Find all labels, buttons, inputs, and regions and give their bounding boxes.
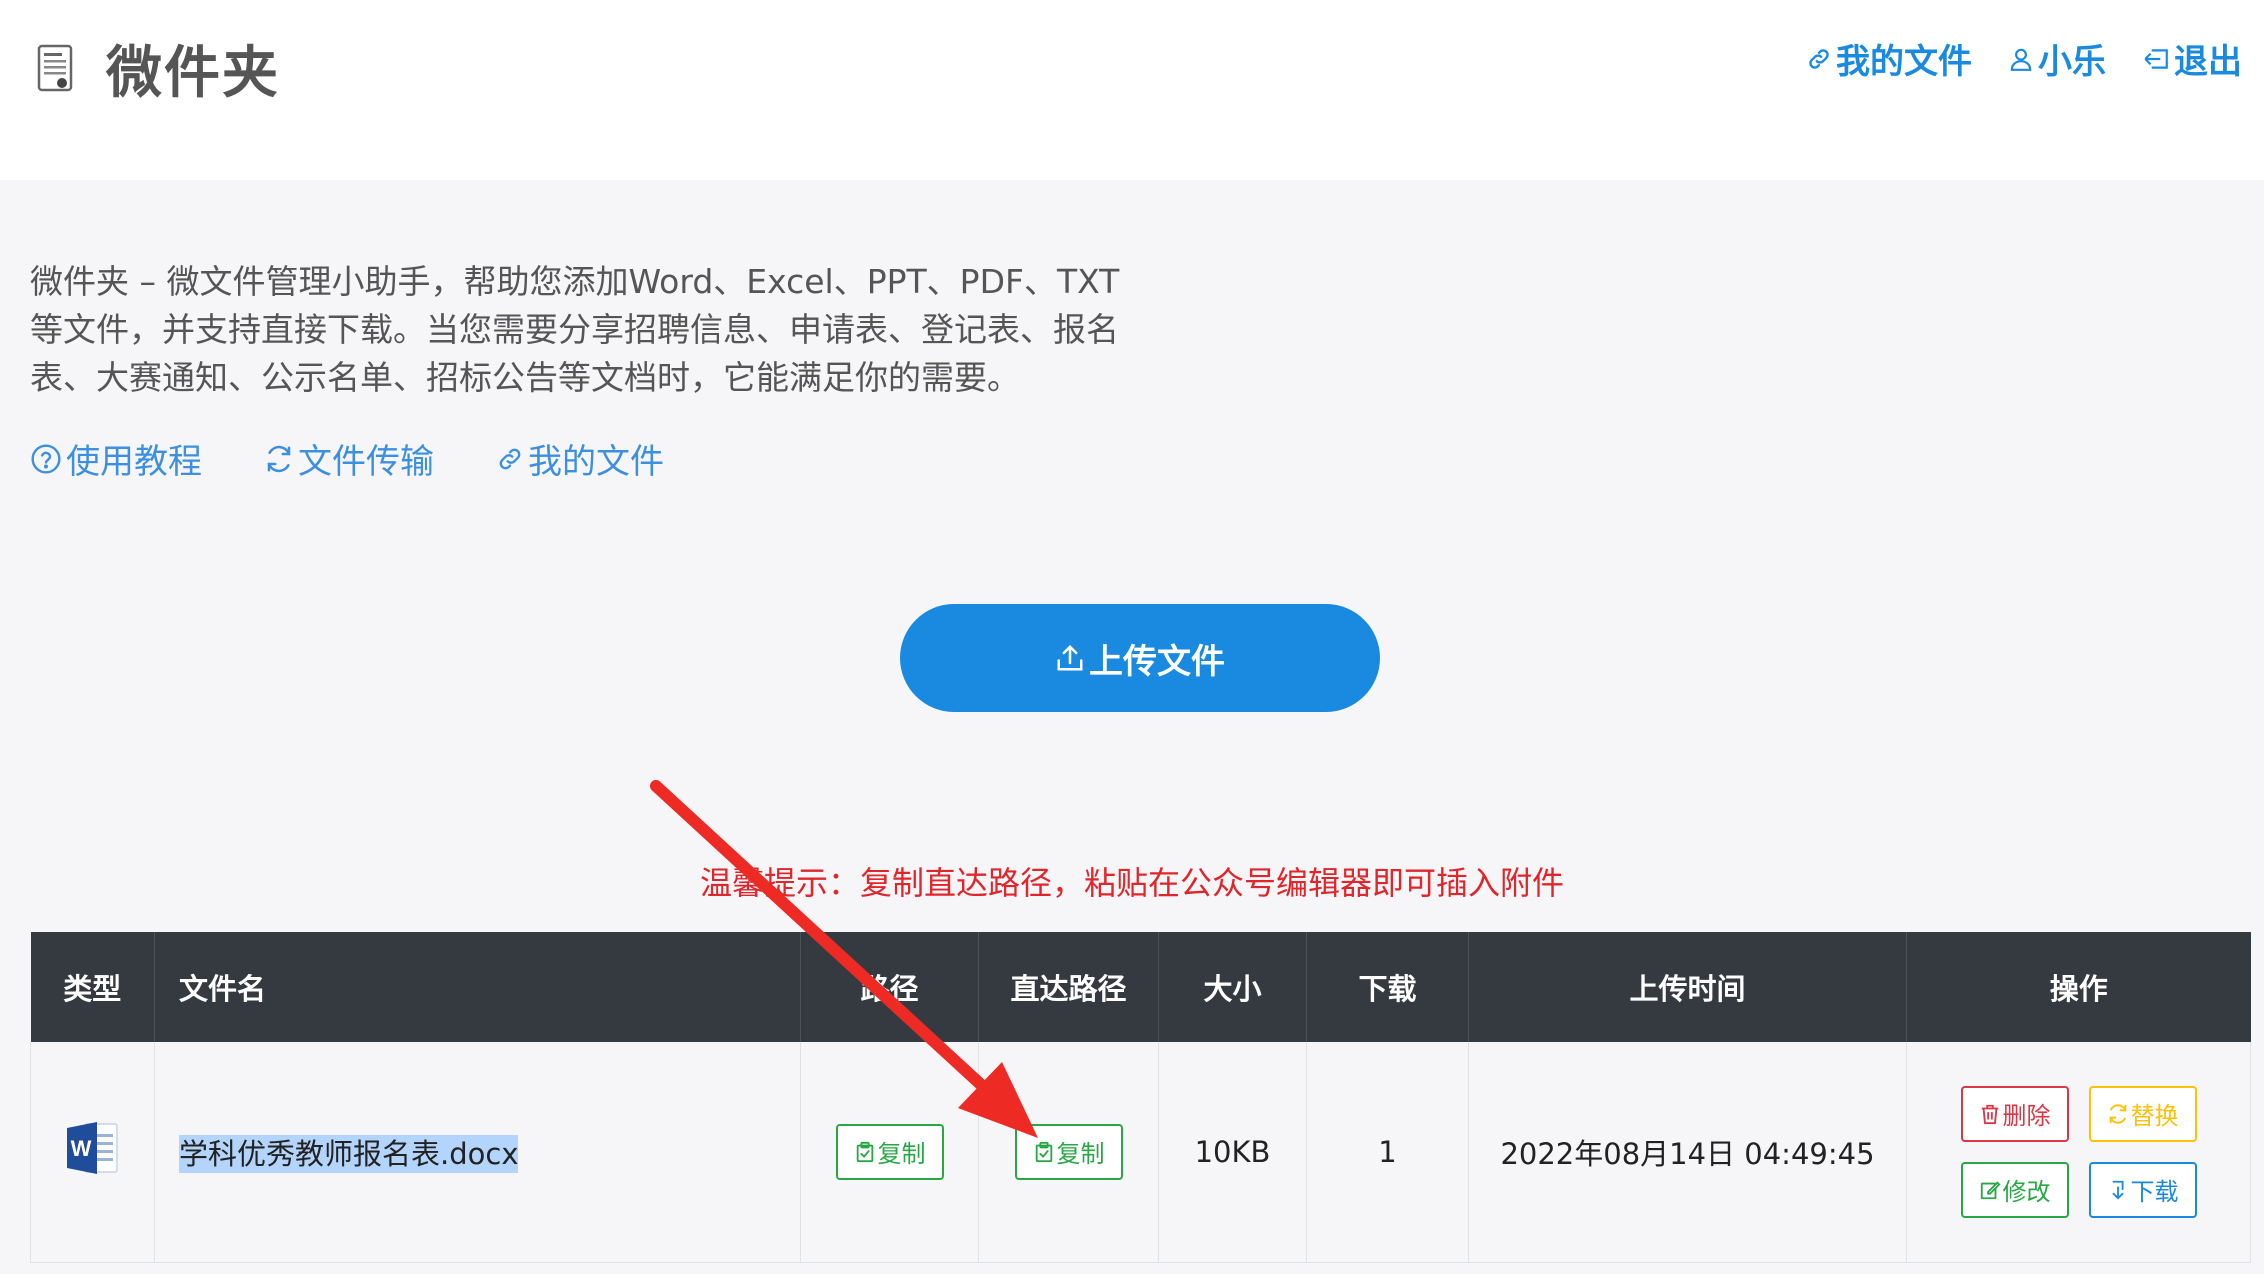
file-table: 类型 文件名 路径 直达路径 大小 下载 上传时间 操作 W 学科优秀教师报名表… [30,932,2251,1263]
cell-upload-time: 2022年08月14日 04:49:45 [1468,1042,1907,1263]
edit-button[interactable]: 修改 [1960,1161,2069,1218]
cell-direct-path: 复制 [978,1042,1159,1263]
clipboard-icon [856,1141,873,1162]
word-icon: W [66,1122,118,1175]
brand[interactable]: 微件夹 [36,28,280,109]
quick-links: 使用教程 文件传输 我的文件 [30,434,726,483]
file-name[interactable]: 学科优秀教师报名表.docx [179,1134,519,1173]
link-icon [499,448,521,469]
link-tutorial-label: 使用教程 [66,442,202,482]
header-path: 路径 [800,932,979,1042]
cell-file-name[interactable]: 学科优秀教师报名表.docx [154,1042,801,1263]
intro-text: 微件夹 – 微文件管理小助手，帮助您添加Word、Excel、PPT、PDF、T… [30,258,1130,402]
nav-user[interactable]: 小乐 [2008,34,2106,83]
tip-text: 温馨提示：复制直达路径，粘贴在公众号编辑器即可插入附件 [699,864,1564,902]
edit-label: 修改 [2002,1178,2051,1207]
user-icon [2010,48,2032,71]
delete-label: 删除 [2002,1102,2051,1131]
clipboard-icon [1035,1141,1052,1162]
header-name: 文件名 [154,932,801,1042]
download-label: 下载 [2130,1178,2179,1207]
copy-path-label: 复制 [877,1140,926,1169]
trash-icon [1981,1104,1998,1124]
header-direct-path: 直达路径 [978,932,1159,1042]
header-type: 类型 [30,932,155,1042]
delete-button[interactable]: 删除 [1960,1085,2069,1142]
intro-line-3: 表、大赛通知、公示名单、招标公告等文档时，它能满足你的需要。 [30,358,1020,397]
link-icon [1809,48,1829,69]
action-buttons: 删除 替换 修改 下载 [1908,1085,2249,1218]
refresh-icon [2109,1104,2126,1124]
svg-text:W: W [70,1136,91,1161]
copy-path-button[interactable]: 复制 [835,1123,944,1180]
header: 微件夹 我的文件 小乐 退出 [0,0,2264,180]
link-my-files-label: 我的文件 [528,442,664,482]
header-downloads: 下载 [1306,932,1469,1042]
table-row: W 学科优秀教师报名表.docx 复制 复制 10KB 1 2022年08月14… [30,1042,2251,1263]
cell-type: W [30,1042,155,1263]
help-circle-icon [31,443,61,474]
document-icon [36,43,76,95]
download-button[interactable]: 下载 [2088,1161,2197,1218]
copy-direct-path-label: 复制 [1056,1140,1105,1169]
nav-user-label: 小乐 [2038,42,2106,82]
replace-label: 替换 [2130,1102,2179,1131]
nav-my-files-label: 我的文件 [1836,42,1972,82]
link-my-files[interactable]: 我的文件 [496,434,664,483]
replace-button[interactable]: 替换 [2088,1085,2197,1142]
nav-my-files[interactable]: 我的文件 [1806,34,1972,83]
link-tutorial[interactable]: 使用教程 [30,434,202,483]
link-file-transfer-label: 文件传输 [298,442,434,482]
cell-downloads: 1 [1306,1042,1469,1263]
intro-line-1: 微件夹 – 微文件管理小助手，帮助您添加Word、Excel、PPT、PDF、T… [30,262,1120,301]
upload-icon [1057,644,1083,671]
header-size: 大小 [1158,932,1307,1042]
download-icon [2112,1180,2123,1200]
header-actions: 操作 [2049,972,2108,1006]
app-title: 微件夹 [106,41,280,106]
logout-icon [2144,48,2168,69]
refresh-icon [267,445,291,472]
nav-logout[interactable]: 退出 [2142,34,2242,83]
intro-line-2: 等文件，并支持直接下载。当您需要分享招聘信息、申请表、登记表、报名 [30,310,1119,349]
cell-path: 复制 [800,1042,979,1263]
edit-icon [1980,1181,2000,1199]
cell-size: 10KB [1158,1042,1307,1263]
upload-button-label: 上传文件 [1089,641,1225,682]
nav-logout-label: 退出 [2174,42,2242,82]
copy-direct-path-button[interactable]: 复制 [1014,1123,1123,1180]
table-header-row: 类型 文件名 路径 直达路径 大小 下载 上传时间 操作 [30,932,2251,1042]
top-nav: 我的文件 小乐 退出 [1770,34,2242,83]
header-upload-time: 上传时间 [1468,932,1907,1042]
cell-actions: 删除 替换 修改 下载 [1906,1042,2251,1263]
link-file-transfer[interactable]: 文件传输 [264,434,434,483]
upload-button[interactable]: 上传文件 [900,604,1380,712]
